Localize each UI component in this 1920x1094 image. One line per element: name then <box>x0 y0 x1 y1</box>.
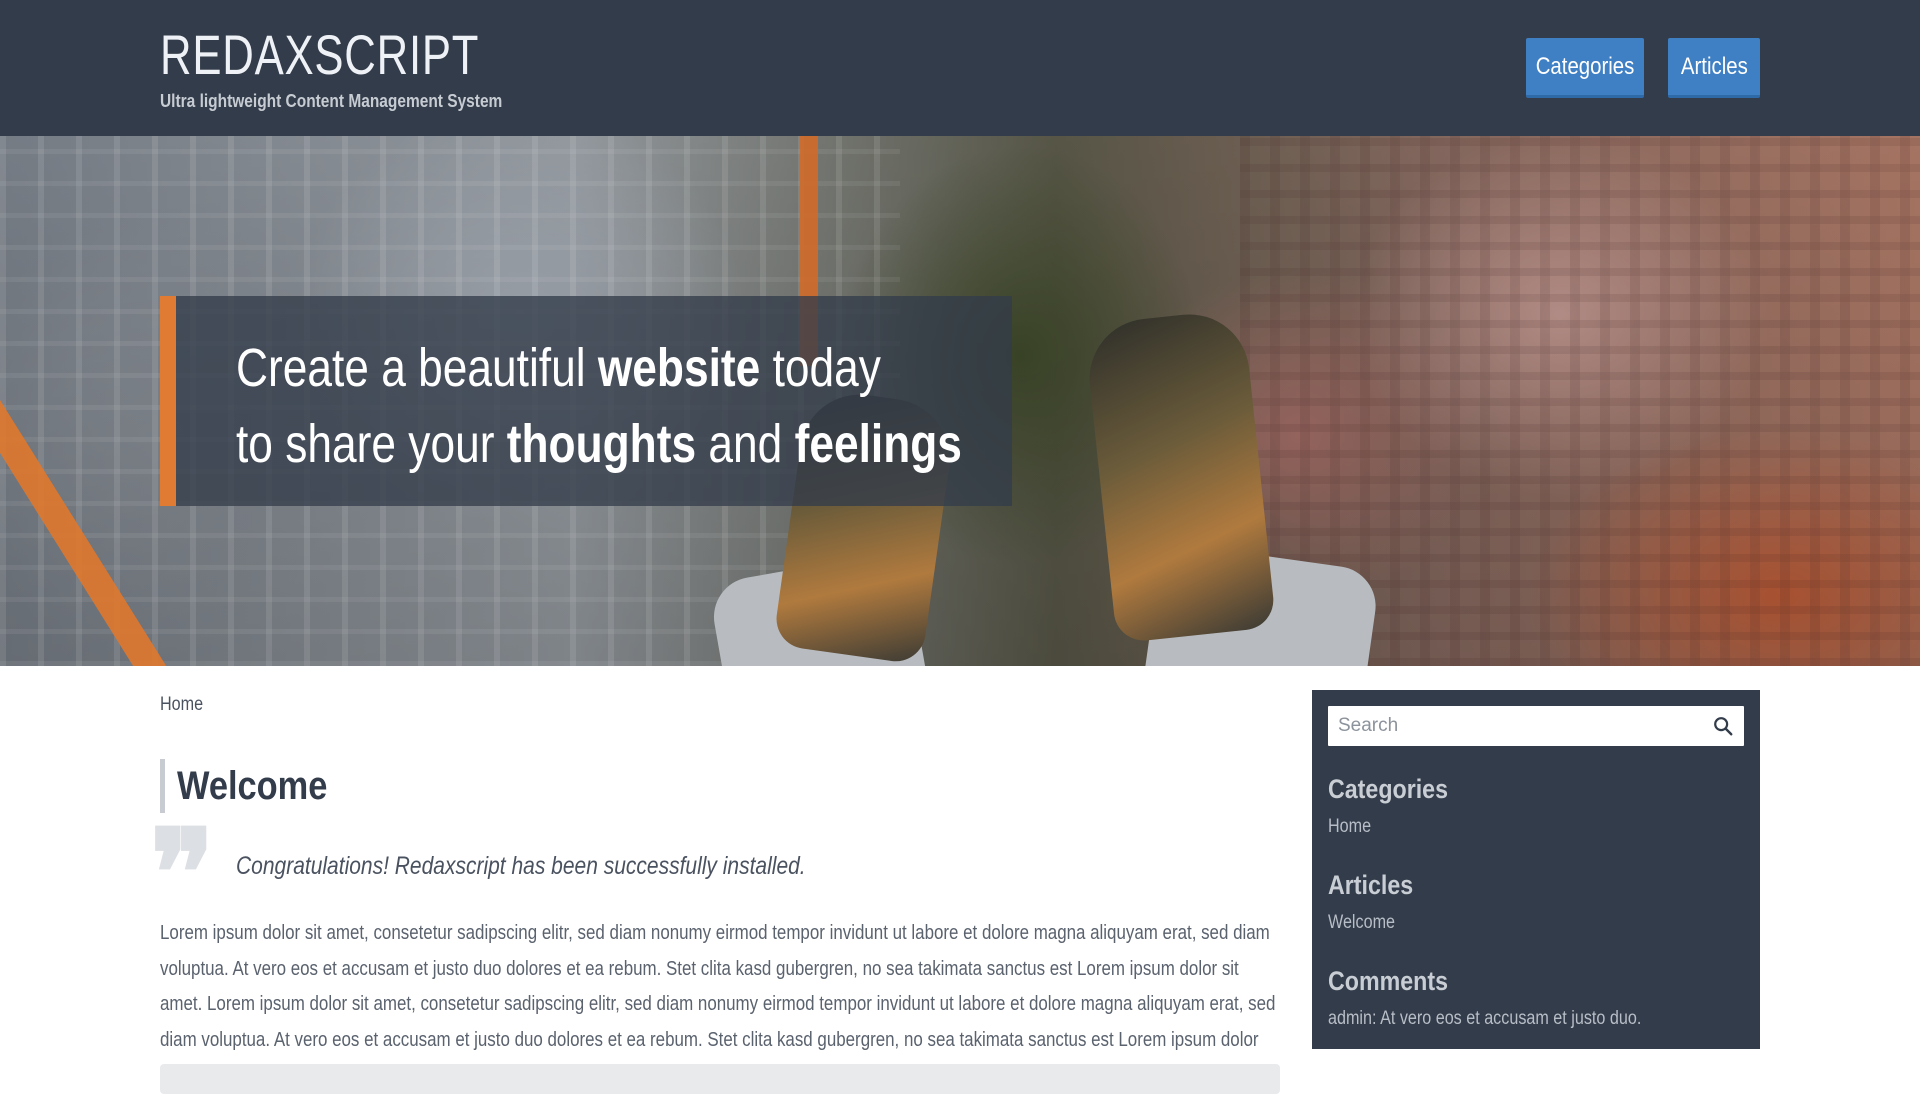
brand[interactable]: REDAXSCRIPT Ultra lightweight Content Ma… <box>160 24 569 112</box>
site-header: REDAXSCRIPT Ultra lightweight Content Ma… <box>0 0 1920 136</box>
nav-categories-label: Categories <box>1535 52 1635 80</box>
search-input[interactable] <box>1328 706 1708 746</box>
main-content: Home Welcome ❞ Congratulations! Redaxscr… <box>150 666 1280 1094</box>
hero-tagline: Create a beautiful website today to shar… <box>236 338 962 474</box>
nav-articles-button[interactable]: Articles <box>1668 38 1760 98</box>
hero-tagline-card: Create a beautiful website today to shar… <box>160 296 1012 506</box>
hero-photo-shoe-right <box>1083 308 1277 644</box>
search-icon[interactable] <box>1712 715 1734 737</box>
content-box <box>160 1064 1280 1094</box>
article-lead: Congratulations! Redaxscript has been su… <box>236 852 806 880</box>
site-subtitle: Ultra lightweight Content Management Sys… <box>160 91 503 111</box>
main-navigation: Categories Articles <box>1526 38 1760 98</box>
categories-heading: Categories <box>1328 774 1449 804</box>
articles-heading: Articles <box>1328 870 1414 900</box>
site-title[interactable]: REDAXSCRIPT <box>160 24 479 86</box>
search-box <box>1328 706 1744 746</box>
hero-banner: Create a beautiful website today to shar… <box>0 136 1920 666</box>
comments-heading: Comments <box>1328 966 1448 996</box>
comment-link[interactable]: admin: At vero eos et accusam et justo d… <box>1328 1008 1641 1030</box>
article-link-welcome[interactable]: Welcome <box>1328 912 1395 934</box>
quote-icon: ❞ <box>150 803 215 944</box>
nav-articles-label: Articles <box>1680 52 1748 80</box>
category-link-home[interactable]: Home <box>1328 816 1371 838</box>
nav-categories-button[interactable]: Categories <box>1526 38 1644 98</box>
breadcrumb[interactable]: Home <box>160 694 203 716</box>
sidebar: Categories Home Articles Welcome Comment… <box>1312 690 1760 1049</box>
